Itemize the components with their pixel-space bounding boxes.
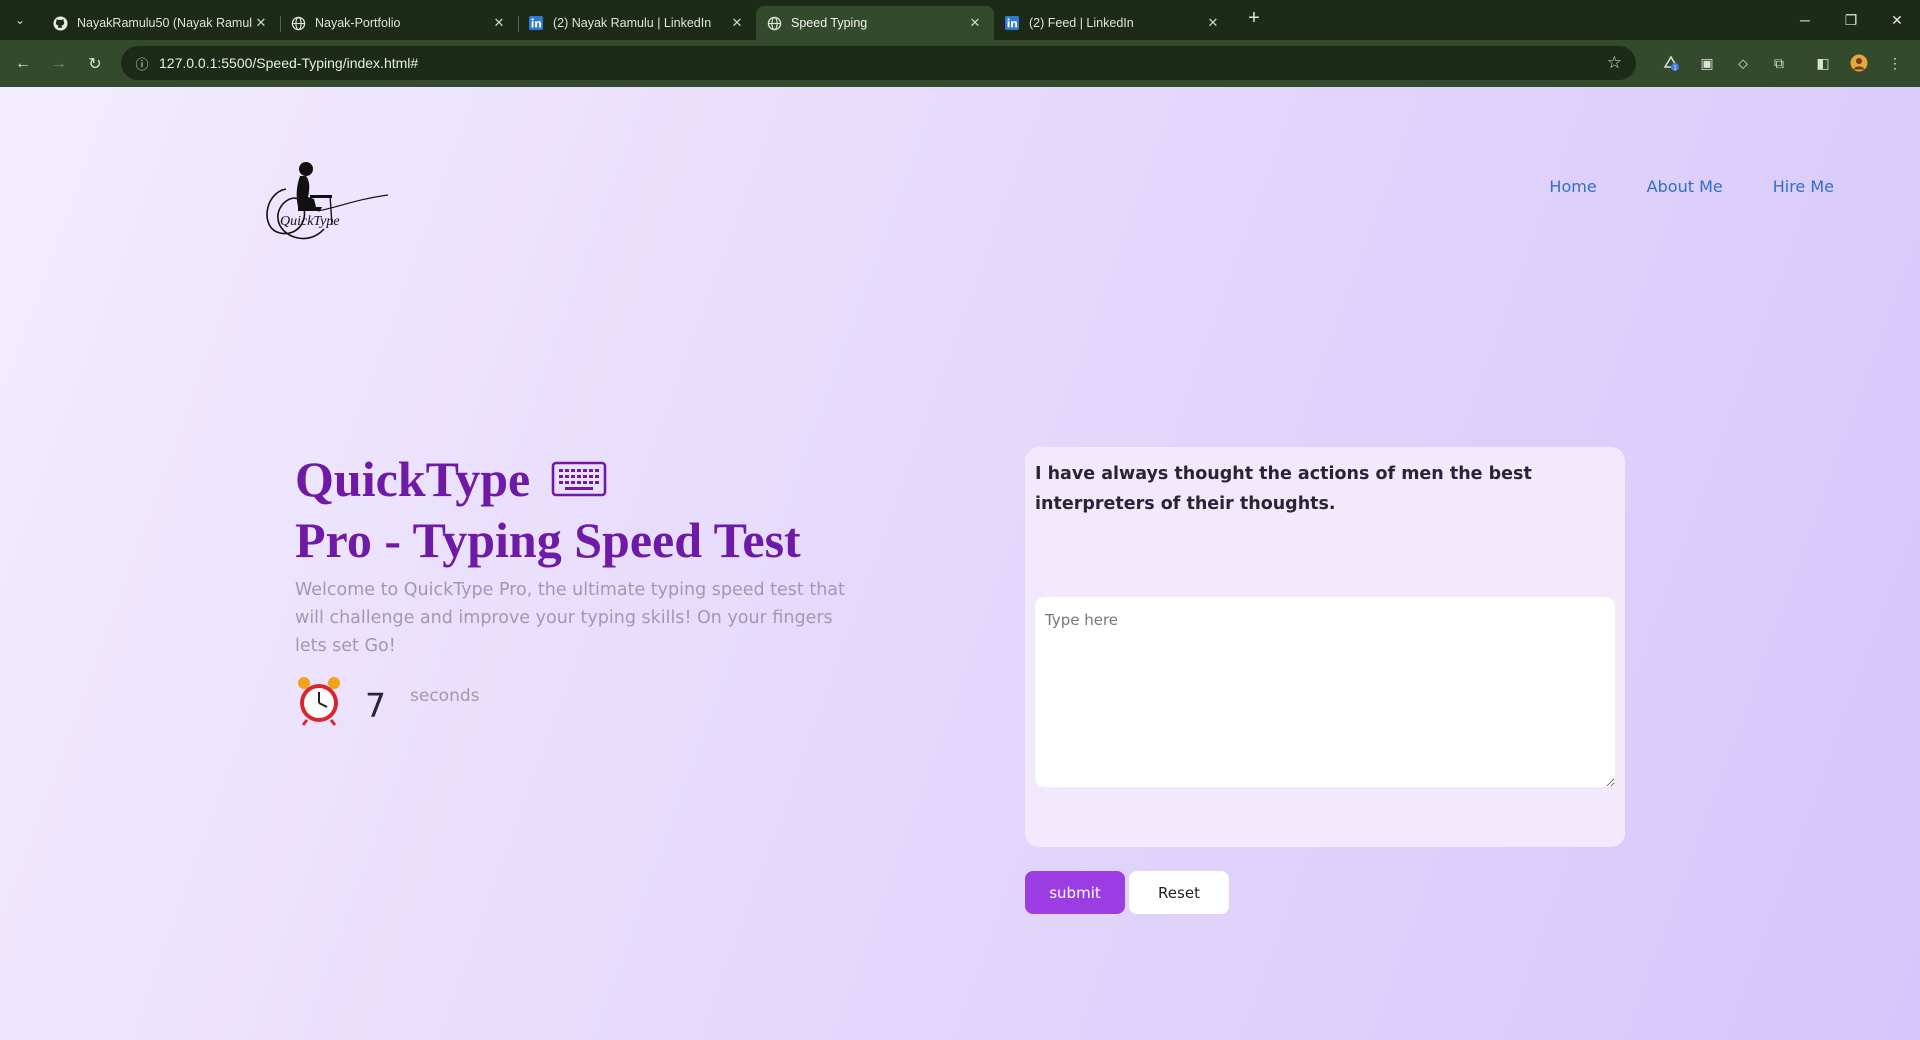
- tab-title: Speed Typing: [791, 16, 868, 30]
- extension-icon[interactable]: 1: [1654, 46, 1688, 80]
- url-text[interactable]: 127.0.0.1:5500/Speed-Typing/index.html#: [159, 55, 418, 71]
- back-icon[interactable]: ←: [6, 47, 40, 81]
- address-bar[interactable]: ⓘ 127.0.0.1:5500/Speed-Typing/index.html…: [121, 46, 1636, 80]
- close-icon[interactable]: ✕: [728, 14, 746, 32]
- new-tab-button[interactable]: +: [1240, 5, 1268, 33]
- extensions-area: 1 ▣ ⬦ ⧉ ◧ ⋮: [1652, 46, 1912, 80]
- browser-tab-bar: ⌄ NayakRamulu50 (Nayak Ramulu) ✕ Nayak-P…: [0, 0, 1920, 40]
- alarm-clock-icon: [295, 675, 343, 727]
- tab-title: NayakRamulu50 (Nayak Ramulu): [77, 16, 252, 30]
- page-viewport: QuickType Home About Me Hire Me QuickTyp…: [0, 87, 1920, 1040]
- nav-link-about-me[interactable]: About Me: [1647, 177, 1723, 196]
- tab-title: (2) Nayak Ramulu | LinkedIn: [553, 16, 712, 30]
- window-controls: ─ ❐ ✕: [1782, 0, 1920, 40]
- close-icon[interactable]: ✕: [966, 14, 984, 32]
- title-line-1: QuickType: [295, 451, 531, 507]
- forward-icon[interactable]: →: [42, 47, 76, 81]
- profile-avatar[interactable]: [1842, 46, 1876, 80]
- site-info-icon[interactable]: ⓘ: [127, 48, 157, 78]
- puzzle-icon[interactable]: ⧉: [1762, 46, 1796, 80]
- keyboard-icon: [551, 450, 607, 510]
- browser-tab[interactable]: Nayak-Portfolio ✕: [280, 6, 518, 40]
- hero-description: Welcome to QuickType Pro, the ultimate t…: [295, 580, 845, 656]
- browser-tab-active[interactable]: Speed Typing ✕: [756, 6, 994, 40]
- tab-search-icon[interactable]: ⌄: [6, 6, 34, 34]
- title-line-2: Pro - Typing Speed Test: [295, 511, 801, 568]
- more-menu-icon[interactable]: ⋮: [1878, 46, 1912, 80]
- browser-toolbar: ← → ↻ ⓘ 127.0.0.1:5500/Speed-Typing/inde…: [0, 40, 1920, 87]
- bookmark-star-icon[interactable]: ☆: [1607, 53, 1622, 73]
- page-title: QuickType Pro - Typing Speed Test: [295, 449, 915, 570]
- globe-icon: [766, 15, 782, 31]
- timer-unit: seconds: [410, 686, 480, 706]
- globe-icon: [290, 15, 306, 31]
- minimize-icon[interactable]: ─: [1782, 0, 1828, 40]
- reset-button[interactable]: Reset: [1129, 871, 1229, 914]
- typing-input[interactable]: [1035, 597, 1615, 787]
- browser-tab[interactable]: (2) Feed | LinkedIn ✕: [994, 6, 1232, 40]
- tab-title: Nayak-Portfolio: [315, 16, 401, 30]
- nav-link-hire-me[interactable]: Hire Me: [1773, 177, 1834, 196]
- submit-button[interactable]: submit: [1025, 871, 1125, 914]
- timer: 7 seconds: [295, 675, 480, 727]
- browser-tab[interactable]: NayakRamulu50 (Nayak Ramulu) ✕: [42, 6, 280, 40]
- linkedin-icon: [1004, 15, 1020, 31]
- tab-title: (2) Feed | LinkedIn: [1029, 16, 1134, 30]
- nav-link-home[interactable]: Home: [1549, 177, 1596, 196]
- extension-pin-icon[interactable]: ⬦: [1726, 46, 1760, 80]
- top-navigation: Home About Me Hire Me: [1549, 177, 1834, 196]
- quote-text: I have always thought the actions of men…: [1035, 464, 1532, 514]
- browser-tab[interactable]: (2) Nayak Ramulu | LinkedIn ✕: [518, 6, 756, 40]
- logo-wordmark: QuickType: [280, 214, 340, 229]
- tab-strip: NayakRamulu50 (Nayak Ramulu) ✕ Nayak-Por…: [42, 0, 1268, 40]
- github-icon: [52, 15, 68, 31]
- close-icon[interactable]: ✕: [1204, 14, 1222, 32]
- timer-value: 7: [365, 685, 386, 725]
- linkedin-icon: [528, 15, 544, 31]
- media-icon[interactable]: ▣: [1690, 46, 1724, 80]
- quicktype-logo[interactable]: QuickType: [258, 159, 394, 251]
- close-icon[interactable]: ✕: [252, 14, 270, 32]
- reload-icon[interactable]: ↻: [78, 47, 112, 81]
- close-icon[interactable]: ✕: [490, 14, 508, 32]
- typing-test-card: I have always thought the actions of men…: [1025, 447, 1625, 847]
- restore-icon[interactable]: ❐: [1828, 0, 1874, 40]
- side-panel-icon[interactable]: ◧: [1806, 46, 1840, 80]
- close-window-icon[interactable]: ✕: [1874, 0, 1920, 40]
